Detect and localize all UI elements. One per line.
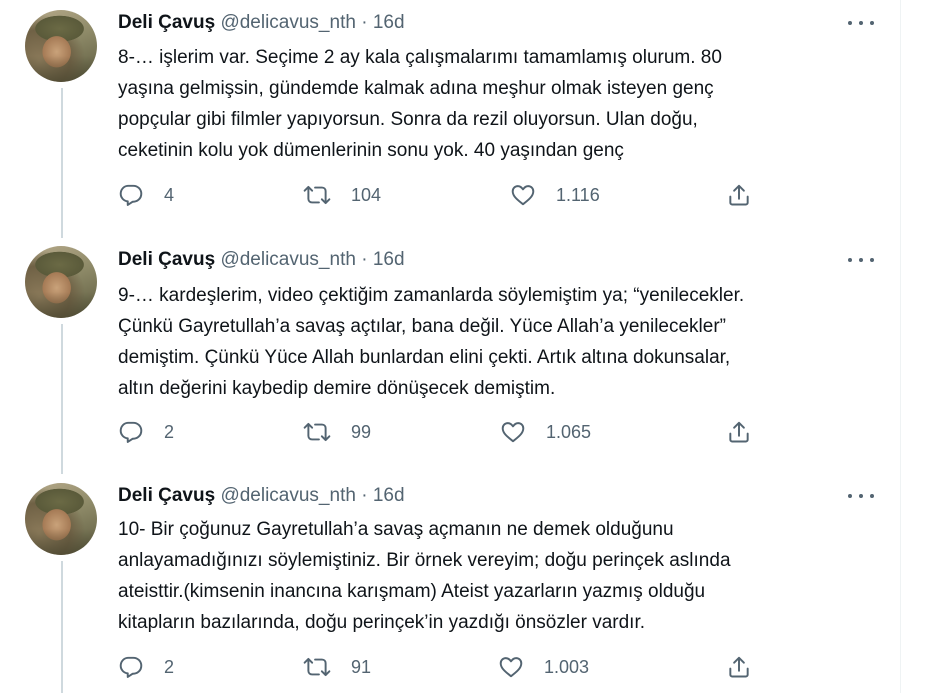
like-count: 1.116 [556, 184, 600, 205]
avatar[interactable] [25, 246, 97, 318]
separator-dot: · [361, 249, 368, 270]
timestamp[interactable]: 16d [373, 485, 405, 506]
tweet-text-line: ateisttir.(kimsenin inancına karışmam) A… [118, 581, 706, 602]
reply-button[interactable]: 4 [118, 181, 174, 209]
retweet-button[interactable]: 104 [303, 181, 381, 209]
like-icon [499, 657, 523, 678]
tweet-3[interactable]: Deli Çavuş @delicavus_nth · 16d 10- Bir … [0, 473, 900, 693]
like-button[interactable]: 1.065 [500, 418, 591, 446]
share-button[interactable] [726, 418, 752, 446]
display-name[interactable]: Deli Çavuş [118, 12, 215, 33]
tweet-actions: 4 104 1.116 [118, 181, 778, 209]
tweet-1[interactable]: Deli Çavuş @delicavus_nth · 16d 8-… işle… [0, 0, 900, 238]
tweet-header: Deli Çavuş @delicavus_nth · 16d [118, 11, 405, 35]
tweet-text-line: anlayamadığınızı söylemiştiniz. Bir örne… [118, 550, 731, 571]
tweet-text-line: Çünkü Gayretullah’a savaş açtılar, bana … [118, 316, 726, 337]
display-name[interactable]: Deli Çavuş [118, 249, 215, 270]
retweet-count: 104 [351, 184, 382, 205]
timestamp[interactable]: 16d [373, 12, 405, 33]
tweet-text-line: 10- Bir çoğunuz Gayretullah’a savaş açma… [118, 519, 674, 540]
more-icon[interactable] [848, 250, 874, 270]
reply-icon [119, 656, 143, 678]
avatar[interactable] [25, 483, 97, 555]
reply-icon [119, 421, 143, 443]
share-button[interactable] [726, 653, 752, 681]
thread-line [61, 324, 63, 474]
tweet-text-line: 9-… kardeşlerim, video çektiğim zamanlar… [118, 285, 745, 306]
thread-line [61, 88, 63, 238]
user-handle[interactable]: @delicavus_nth [220, 249, 355, 270]
tweet-text: 9-… kardeşlerim, video çektiğim zamanlar… [118, 280, 858, 404]
avatar[interactable] [25, 10, 97, 82]
reply-count: 2 [164, 421, 175, 442]
retweet-button[interactable]: 99 [303, 418, 371, 446]
user-handle[interactable]: @delicavus_nth [220, 12, 355, 33]
retweet-icon [303, 422, 331, 442]
reply-count: 2 [164, 656, 175, 677]
like-button[interactable]: 1.116 [510, 181, 600, 209]
tweet-text: 8-… işlerim var. Seçime 2 ay kala çalışm… [118, 42, 858, 166]
tweet-text-line: yaşına gelmişsin, gündemde kalmak adına … [118, 78, 714, 99]
share-button[interactable] [726, 181, 752, 209]
timeline-border [900, 0, 901, 693]
timestamp[interactable]: 16d [373, 249, 405, 270]
display-name[interactable]: Deli Çavuş [118, 485, 215, 506]
tweet-header: Deli Çavuş @delicavus_nth · 16d [118, 484, 405, 508]
reply-count: 4 [164, 184, 175, 205]
tweet-text-line: altın değerini kaybedip demire dönüşecek… [118, 378, 556, 399]
share-icon [729, 184, 749, 206]
tweet-actions: 2 99 1.065 [118, 418, 778, 446]
retweet-icon [303, 657, 331, 677]
retweet-count: 91 [351, 656, 372, 677]
more-icon[interactable] [848, 13, 874, 33]
like-icon [511, 185, 535, 206]
retweet-icon [303, 185, 331, 205]
separator-dot: · [361, 485, 368, 506]
like-count: 1.003 [544, 656, 590, 677]
tweet-text-line: ceketinin kolu yok dümenlerinin sonu yok… [118, 140, 624, 161]
more-icon[interactable] [848, 486, 874, 506]
thread-line [61, 561, 63, 693]
separator-dot: · [361, 12, 368, 33]
tweet-text-line: popçular gibi filmler yapıyorsun. Sonra … [118, 109, 698, 130]
reply-icon [119, 184, 143, 206]
retweet-button[interactable]: 91 [303, 653, 371, 681]
reply-button[interactable]: 2 [118, 418, 174, 446]
share-icon [729, 656, 749, 678]
like-icon [501, 422, 525, 443]
share-icon [729, 421, 749, 443]
tweet-2[interactable]: Deli Çavuş @delicavus_nth · 16d 9-… kard… [0, 236, 900, 474]
tweet-text-line: kitapların bazılarında, doğu perinçek’in… [118, 612, 646, 633]
reply-button[interactable]: 2 [118, 653, 174, 681]
tweet-text-line: demiştim. Çünkü Yüce Allah bunlardan eli… [118, 347, 731, 368]
like-count: 1.065 [546, 421, 592, 442]
tweet-actions: 2 91 1.003 [118, 653, 778, 681]
like-button[interactable]: 1.003 [498, 653, 589, 681]
tweet-header: Deli Çavuş @delicavus_nth · 16d [118, 248, 405, 272]
retweet-count: 99 [351, 421, 372, 442]
tweet-text-line: 8-… işlerim var. Seçime 2 ay kala çalışm… [118, 47, 722, 68]
user-handle[interactable]: @delicavus_nth [220, 485, 355, 506]
tweet-text: 10- Bir çoğunuz Gayretullah’a savaş açma… [118, 514, 858, 638]
